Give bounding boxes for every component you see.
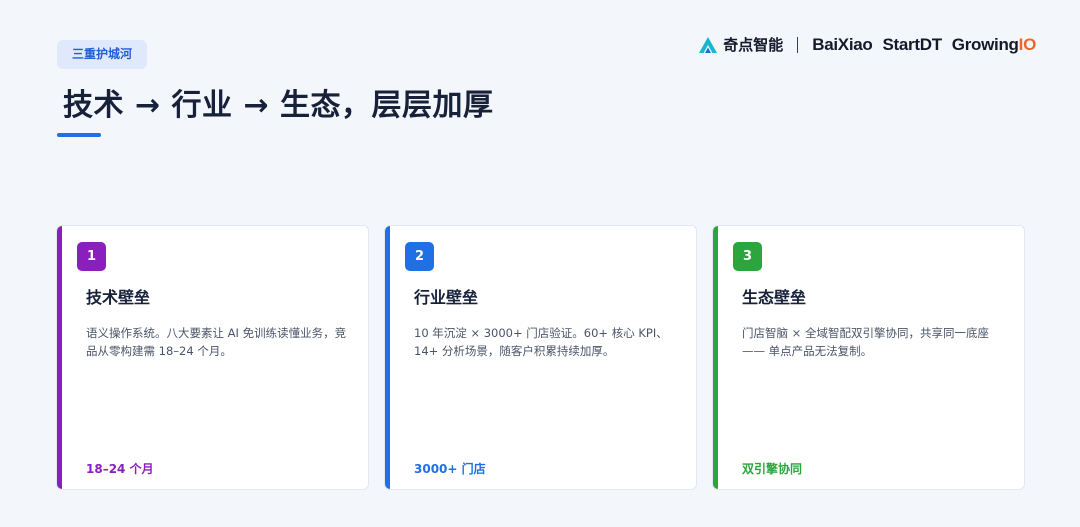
- section-tag: 三重护城河: [57, 40, 148, 69]
- page-title: 技术 → 行业 → 生态，层层加厚: [63, 88, 494, 123]
- title-underline: [57, 133, 101, 137]
- card-accent-bar: [57, 226, 62, 489]
- card-accent-bar: [385, 226, 390, 489]
- card-title: 技术壁垒: [86, 288, 151, 307]
- growingio-logo-main: Growing: [951, 34, 1019, 54]
- card-footer-metric: 双引擎协同: [742, 462, 803, 476]
- card-description: 门店智脑 × 全域智配双引擎协同，共享同一底座 —— 单点产品无法复制。: [742, 326, 989, 358]
- card-tech-barrier: 1 技术壁垒 语义操作系统。八大要素让 AI 免训练读懂业务，竞品从零构建需 1…: [56, 225, 369, 490]
- startdt-logo: StartDT: [882, 34, 943, 54]
- card-title: 生态壁垒: [742, 288, 807, 307]
- growingio-logo: GrowingIO: [951, 34, 1037, 55]
- card-industry-barrier: 2 行业壁垒 10 年沉淀 × 3000+ 门店验证。60+ 核心 KPI、14…: [384, 225, 697, 490]
- partner-logos: 奇点智能 BaiXiao StartDT GrowingIO: [698, 34, 1036, 55]
- card-ecosystem-barrier: 3 生态壁垒 门店智脑 × 全域智配双引擎协同，共享同一底座 —— 单点产品无法…: [712, 225, 1025, 490]
- card-number-badge: 3: [733, 242, 762, 271]
- card-title: 行业壁垒: [414, 288, 479, 307]
- card-description: 语义操作系统。八大要素让 AI 免训练读懂业务，竞品从零构建需 18–24 个月…: [86, 326, 347, 358]
- card-number-badge: 1: [77, 242, 106, 271]
- growingio-logo-io: IO: [1018, 34, 1037, 54]
- qidian-logo-icon: [699, 36, 718, 53]
- logo-separator: [797, 36, 799, 53]
- baixiao-logo: BaiXiao: [812, 34, 873, 54]
- card-description: 10 年沉淀 × 3000+ 门店验证。60+ 核心 KPI、14+ 分析场景，…: [414, 326, 668, 358]
- qidian-logo-text: 奇点智能: [723, 36, 784, 54]
- card-number-badge: 2: [405, 242, 434, 271]
- card-accent-bar: [713, 226, 718, 489]
- card-footer-metric: 3000+ 门店: [414, 462, 486, 476]
- card-footer-metric: 18–24 个月: [86, 462, 154, 476]
